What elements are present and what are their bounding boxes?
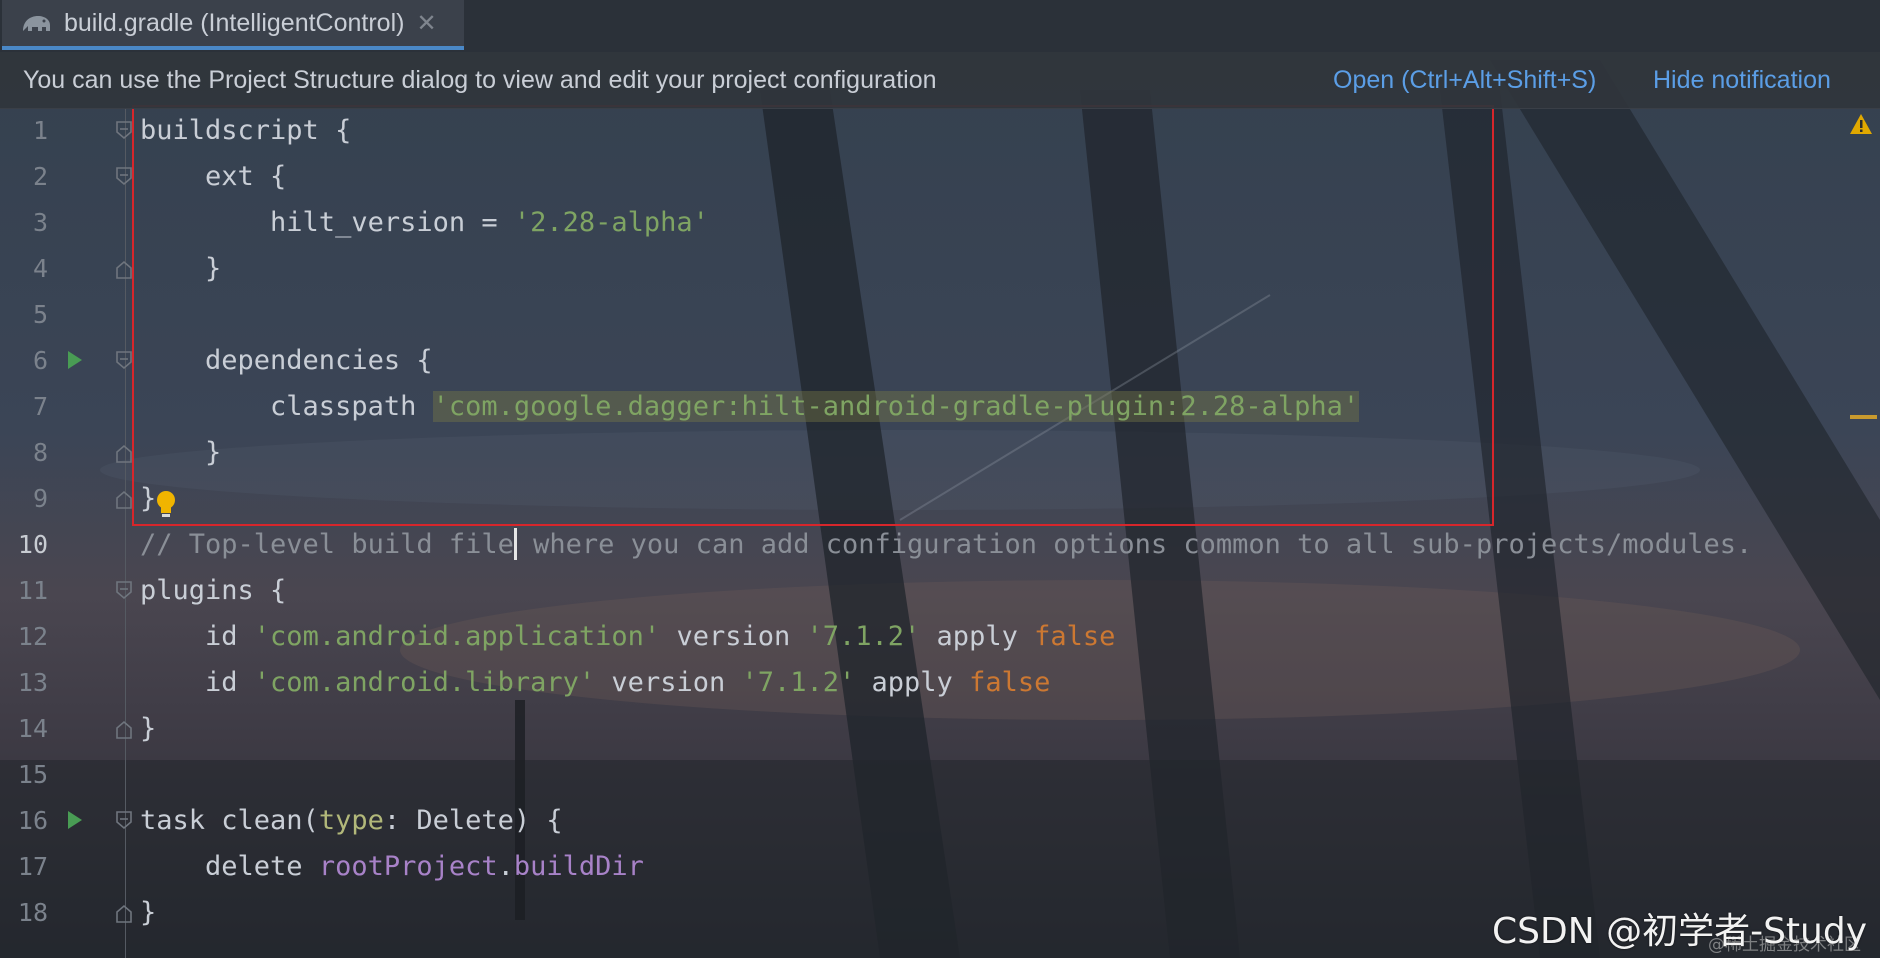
code-text[interactable]: delete rootProject.buildDir [140,844,644,890]
fold-marker-icon[interactable] [115,166,133,186]
code-text[interactable]: hilt_version = '2.28-alpha' [140,200,709,246]
code-line[interactable]: 5 [0,292,1880,338]
fold-end-icon[interactable] [115,490,133,510]
line-number[interactable]: 12 [0,614,48,660]
csdn-watermark: CSDN @初学者-Study [1492,911,1868,952]
code-line[interactable]: 9 } [0,476,1880,522]
code-line[interactable]: 1 buildscript { [0,108,1880,154]
line-number[interactable]: 6 [0,338,48,384]
code-text[interactable]: dependencies { [140,338,433,384]
line-number[interactable]: 11 [0,568,48,614]
code-text[interactable]: id 'com.android.library' version '7.1.2'… [140,660,1050,706]
warning-icon[interactable] [1849,113,1873,135]
code-line[interactable]: 7 classpath 'com.google.dagger:hilt-andr… [0,384,1880,430]
hide-notification-link[interactable]: Hide notification [1653,66,1831,95]
run-gutter-icon[interactable] [67,350,83,370]
fold-end-icon[interactable] [115,904,133,924]
code-text[interactable]: classpath 'com.google.dagger:hilt-androi… [140,384,1360,430]
line-number[interactable]: 14 [0,706,48,752]
line-number[interactable]: 18 [0,890,48,936]
code-line[interactable]: 16 task clean(type: Delete) { [0,798,1880,844]
code-text[interactable]: } [140,890,156,936]
fold-marker-icon[interactable] [115,580,133,600]
code-text[interactable]: } [140,476,156,522]
line-number[interactable]: 4 [0,246,48,292]
code-line[interactable]: 15 [0,752,1880,798]
code-line[interactable]: 8 } [0,430,1880,476]
open-project-structure-link[interactable]: Open (Ctrl+Alt+Shift+S) [1333,66,1596,95]
fold-marker-icon[interactable] [115,120,133,140]
line-number[interactable]: 13 [0,660,48,706]
scrollbar-warning-marker[interactable] [1850,415,1877,419]
line-number[interactable]: 16 [0,798,48,844]
code-line[interactable]: 4 } [0,246,1880,292]
fold-marker-icon[interactable] [115,810,133,830]
code-line[interactable]: 3 hilt_version = '2.28-alpha' [0,200,1880,246]
project-structure-notification: You can use the Project Structure dialog… [0,52,1880,109]
code-text[interactable]: } [140,430,221,476]
tab-build-gradle[interactable]: build.gradle (IntelligentControl) ✕ [2,0,464,50]
line-number[interactable]: 3 [0,200,48,246]
line-number[interactable]: 10 [0,522,48,568]
editor-tab-bar: build.gradle (IntelligentControl) ✕ [0,0,1880,52]
code-text[interactable]: // Top-level build file where you can ad… [140,522,1752,568]
code-line[interactable]: 2 ext { [0,154,1880,200]
code-line[interactable]: 6 dependencies { [0,338,1880,384]
code-text[interactable]: ext { [140,154,286,200]
code-line[interactable]: 12 id 'com.android.application' version … [0,614,1880,660]
close-tab-icon[interactable]: ✕ [416,9,436,38]
fold-end-icon[interactable] [115,444,133,464]
code-line[interactable]: 14 } [0,706,1880,752]
code-text[interactable]: } [140,246,221,292]
code-text[interactable]: buildscript { [140,108,351,154]
code-text[interactable]: id 'com.android.application' version '7.… [140,614,1115,660]
code-line-current[interactable]: 10 // Top-level build file where you can… [0,522,1880,568]
line-number[interactable]: 5 [0,292,48,338]
line-number[interactable]: 2 [0,154,48,200]
run-gutter-icon[interactable] [67,810,83,830]
highlighted-string: 'com.google.dagger:hilt-android-gradle-p… [432,391,1360,422]
gradle-elephant-icon [23,16,50,31]
tab-title: build.gradle (IntelligentControl) [64,8,405,37]
fold-end-icon[interactable] [115,260,133,280]
fold-end-icon[interactable] [115,720,133,740]
code-line[interactable]: 11 plugins { [0,568,1880,614]
line-number[interactable]: 7 [0,384,48,430]
code-text[interactable]: } [140,706,156,752]
code-text[interactable]: plugins { [140,568,286,614]
notification-message: You can use the Project Structure dialog… [23,66,937,94]
line-number[interactable]: 8 [0,430,48,476]
code-text[interactable]: task clean(type: Delete) { [140,798,563,844]
code-line[interactable]: 13 id 'com.android.library' version '7.1… [0,660,1880,706]
fold-marker-icon[interactable] [115,350,133,370]
intention-bulb-icon[interactable] [155,490,177,520]
line-number[interactable]: 17 [0,844,48,890]
line-number[interactable]: 1 [0,108,48,154]
code-line[interactable]: 17 delete rootProject.buildDir [0,844,1880,890]
line-number[interactable]: 15 [0,752,48,798]
line-number[interactable]: 9 [0,476,48,522]
